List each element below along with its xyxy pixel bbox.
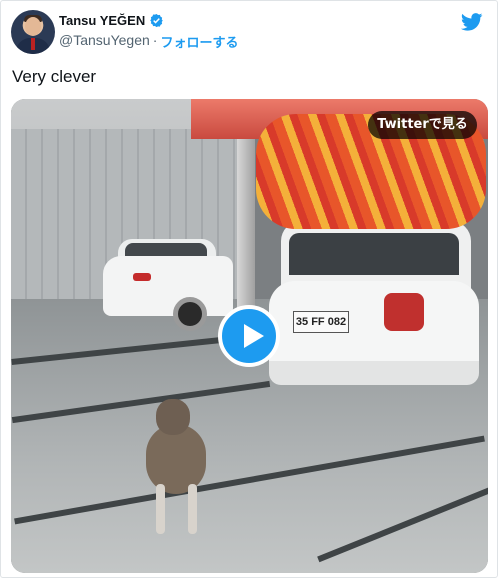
video-player[interactable]: 35 FF 082 Twitterで見る bbox=[11, 99, 488, 573]
car-taillight bbox=[384, 293, 424, 331]
play-icon bbox=[244, 324, 264, 348]
avatar-tie bbox=[31, 38, 35, 50]
dog-head bbox=[156, 399, 190, 435]
play-button[interactable] bbox=[218, 305, 280, 367]
white-suv: 35 FF 082 bbox=[269, 211, 488, 396]
white-hatchback bbox=[103, 231, 233, 331]
car-body bbox=[103, 256, 233, 316]
author-display-name[interactable]: Tansu YEĞEN bbox=[59, 13, 145, 28]
license-plate: 35 FF 082 bbox=[293, 311, 349, 333]
author-handle[interactable]: @TansuYegen bbox=[59, 32, 150, 51]
dog-leg bbox=[156, 484, 165, 534]
dog-leg bbox=[188, 484, 197, 534]
tweet-card[interactable]: Tansu YEĞEN @TansuYegen · フォローする Very cl… bbox=[0, 0, 498, 578]
avatar-face bbox=[25, 17, 41, 36]
car-window bbox=[289, 233, 459, 275]
author-name-row[interactable]: Tansu YEĞEN bbox=[59, 13, 164, 28]
car-bumper bbox=[269, 361, 479, 385]
dog bbox=[136, 399, 216, 539]
twitter-bird-icon[interactable] bbox=[461, 13, 483, 31]
avatar[interactable] bbox=[11, 10, 55, 54]
car-wheel bbox=[173, 297, 207, 331]
separator-dot: · bbox=[152, 32, 158, 48]
tweet-text: Very clever bbox=[12, 67, 97, 86]
follow-button[interactable]: フォローする bbox=[160, 32, 238, 51]
watch-on-twitter-button[interactable]: Twitterで見る bbox=[368, 111, 477, 139]
car-taillight bbox=[133, 273, 151, 281]
verified-badge-icon bbox=[150, 13, 163, 28]
author-sub-row: @TansuYegen · フォローする bbox=[59, 32, 238, 51]
